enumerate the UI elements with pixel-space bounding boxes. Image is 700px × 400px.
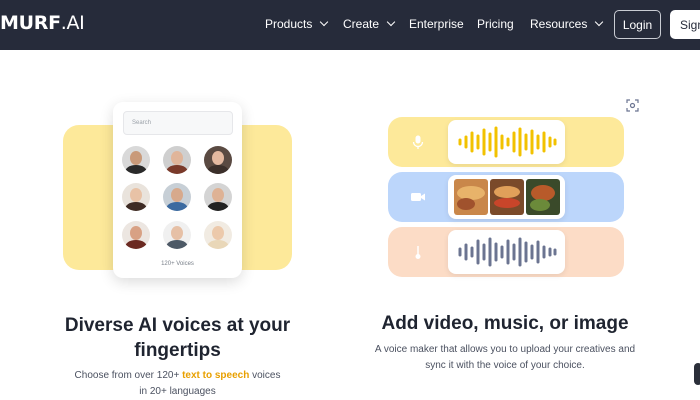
nav-item-create[interactable]: Create bbox=[343, 17, 396, 31]
nav-item-label: Pricing bbox=[477, 17, 514, 31]
voice-waveform bbox=[458, 126, 557, 158]
login-button[interactable]: Login bbox=[614, 10, 661, 39]
voice-avatar[interactable] bbox=[163, 221, 191, 249]
nav-item-resources[interactable]: Resources bbox=[530, 17, 604, 31]
nav-item-label: Resources bbox=[530, 17, 588, 31]
nav-item-pricing[interactable]: Pricing bbox=[477, 17, 514, 31]
voice-avatar[interactable] bbox=[204, 183, 232, 211]
text-to-speech-link[interactable]: text to speech bbox=[182, 370, 249, 381]
voice-row bbox=[388, 117, 624, 167]
feature-desc-voices: Choose from over 120+ text to speech voi… bbox=[74, 370, 281, 397]
microphone-icon bbox=[412, 135, 424, 149]
voices-card: Search 120+ Voices bbox=[113, 102, 242, 278]
video-thumbnails-card[interactable] bbox=[448, 175, 565, 219]
feature-title-media: Add video, music, or image bbox=[381, 313, 629, 334]
nav-item-products[interactable]: Products bbox=[265, 17, 329, 31]
music-waveform-card[interactable] bbox=[448, 230, 565, 274]
voices-count-label: 120+ Voices bbox=[161, 261, 194, 267]
food-images bbox=[454, 179, 560, 215]
video-camera-icon bbox=[411, 193, 425, 201]
chevron-down-icon bbox=[386, 17, 396, 27]
chat-widget-edge[interactable] bbox=[694, 363, 700, 385]
scan-icon[interactable] bbox=[626, 99, 639, 112]
murf-logo[interactable]: MURF.AI bbox=[0, 12, 85, 34]
music-row bbox=[388, 227, 624, 277]
chevron-down-icon bbox=[320, 17, 329, 27]
nav-item-enterprise[interactable]: Enterprise bbox=[409, 17, 464, 31]
voice-avatar[interactable] bbox=[204, 221, 232, 249]
feature-title-voices: Diverse AI voices at your fingertips bbox=[64, 315, 291, 361]
voice-avatar[interactable] bbox=[163, 146, 191, 174]
voice-search-input[interactable]: Search bbox=[123, 111, 233, 135]
video-row bbox=[388, 172, 624, 222]
music-waveform bbox=[458, 237, 557, 267]
voice-avatar[interactable] bbox=[122, 146, 150, 174]
voice-avatar[interactable] bbox=[163, 183, 191, 211]
nav-item-label: Products bbox=[265, 17, 313, 31]
feature-desc-media: A voice maker that allows you to upload … bbox=[374, 344, 636, 371]
signup-button[interactable]: Sign bbox=[670, 10, 700, 39]
chevron-down-icon bbox=[595, 17, 604, 27]
music-note-icon bbox=[415, 246, 421, 259]
voice-avatar[interactable] bbox=[122, 183, 150, 211]
nav-item-label: Enterprise bbox=[409, 17, 464, 31]
voice-avatar[interactable] bbox=[204, 146, 232, 174]
top-navbar: MURF.AI Products Create Enterprise Prici… bbox=[0, 0, 700, 50]
voice-waveform-card[interactable] bbox=[448, 120, 565, 164]
voice-avatar[interactable] bbox=[122, 221, 150, 249]
nav-item-label: Create bbox=[343, 17, 380, 31]
